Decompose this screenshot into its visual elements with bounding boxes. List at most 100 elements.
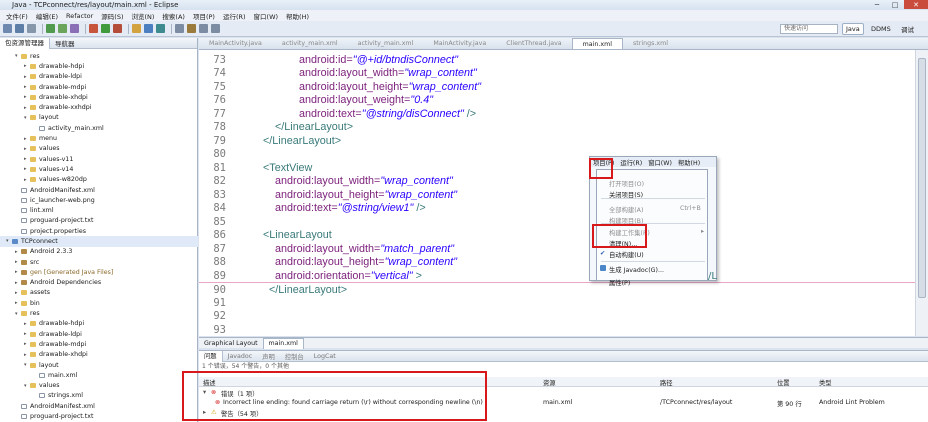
minimize-button[interactable]: ─ — [868, 0, 886, 9]
tree-item[interactable]: ic_launcher-web.png — [0, 195, 198, 205]
menu-item[interactable]: 项目(P) — [189, 11, 219, 21]
editor-tab[interactable]: main.xml — [571, 38, 624, 49]
new-package-icon[interactable] — [144, 24, 153, 33]
tab-package-explorer[interactable]: 包资源管理器 — [0, 37, 50, 49]
project-menu-item[interactable]: 属性(P) — [609, 278, 630, 287]
search-icon[interactable] — [187, 24, 196, 33]
project-menu-item[interactable]: 生成 Javadoc(G)... — [609, 265, 664, 274]
tree-item[interactable]: proguard-project.txt — [0, 411, 198, 421]
tree-item[interactable]: ▾ layout — [0, 113, 198, 123]
back-icon[interactable] — [199, 24, 208, 33]
close-button[interactable]: ✕ — [904, 0, 928, 9]
tree-item[interactable]: ▸ Android Dependencies — [0, 278, 198, 288]
tree-item[interactable]: ▸ assets — [0, 288, 198, 298]
save-icon[interactable] — [15, 24, 24, 33]
new-java-project-icon[interactable] — [132, 24, 141, 33]
menu-item[interactable]: 文件(F) — [2, 11, 32, 21]
editor-tab[interactable]: ClientThread.java — [496, 38, 571, 49]
scrollbar-thumb[interactable] — [918, 58, 926, 298]
col-location[interactable]: 位置 — [777, 378, 790, 387]
project-menu-item[interactable]: 全部构建(A) — [609, 205, 643, 214]
forward-icon[interactable] — [211, 24, 220, 33]
tree-item[interactable]: ▸ drawable-mdpi — [0, 339, 198, 349]
new-icon[interactable] — [3, 24, 12, 33]
code-editor[interactable]: 73 android:id="@+id/btndisConnect" 74 andro… — [199, 50, 915, 336]
tree-item[interactable]: AndroidManifest.xml — [0, 185, 198, 195]
tab-graphical-layout[interactable]: Graphical Layout — [199, 340, 263, 347]
inset-menu-item[interactable]: 帮助(H) — [675, 158, 703, 167]
problems-tab[interactable]: 问题 — [199, 350, 223, 362]
perspective-ddms[interactable]: DDMS — [868, 23, 894, 35]
perspective-debug[interactable]: 调试 — [898, 23, 917, 35]
open-type-icon[interactable] — [175, 24, 184, 33]
tree-item[interactable]: strings.xml — [0, 391, 198, 401]
project-menu-item[interactable]: 自动构建(U) — [609, 250, 644, 259]
tree-item[interactable]: ▾ TCPconnect — [0, 236, 198, 247]
tree-item[interactable]: ▾ layout — [0, 360, 198, 370]
print-icon[interactable] — [27, 24, 36, 33]
editor-tab[interactable]: activity_main.xml — [272, 38, 348, 49]
menu-item[interactable]: 窗口(W) — [250, 11, 283, 21]
tree-item[interactable]: AndroidManifest.xml — [0, 401, 198, 411]
project-menu-item[interactable]: 打开项目(O) — [609, 179, 644, 188]
tree-item[interactable]: ▸ drawable-ldpi — [0, 329, 198, 339]
tree-item[interactable]: activity_main.xml — [0, 123, 198, 133]
tree-item[interactable]: ▸ drawable-hdpi — [0, 61, 198, 71]
tab-navigator[interactable]: 导航器 — [50, 38, 80, 48]
avd-manager-icon[interactable] — [58, 24, 67, 33]
new-class-icon[interactable] — [156, 24, 165, 33]
problems-tab[interactable]: LogCat — [309, 353, 341, 360]
lint-icon[interactable] — [70, 24, 79, 33]
tree-item[interactable]: ▸ drawable-xxhdpi — [0, 102, 198, 112]
code-line[interactable]: 93 — [199, 322, 915, 338]
editor-scrollbar[interactable] — [915, 50, 928, 336]
menu-item[interactable]: 编辑(E) — [32, 11, 62, 21]
quick-access-input[interactable]: 快速访问 — [780, 24, 838, 34]
editor-tab[interactable]: MainActivity.java — [423, 38, 496, 49]
col-type[interactable]: 类型 — [819, 378, 832, 387]
tree-item[interactable]: lint.xml — [0, 205, 198, 215]
tree-item[interactable]: ▾ res — [0, 51, 198, 61]
editor-tab[interactable]: MainActivity.java — [199, 38, 272, 49]
tree-item[interactable]: ▸ drawable-hdpi — [0, 319, 198, 329]
maximize-button[interactable]: □ — [886, 0, 904, 9]
tree-item[interactable]: main.xml — [0, 370, 198, 380]
project-menu-item[interactable]: 关闭项目(S) — [609, 190, 643, 199]
perspective-java[interactable]: Java — [842, 23, 864, 35]
tree-item[interactable]: ▸ values-w820dp — [0, 175, 198, 185]
menu-item[interactable]: 浏览(N) — [127, 11, 158, 21]
problems-tab[interactable]: 声明 — [257, 352, 280, 361]
menu-item[interactable]: 运行(R) — [219, 11, 250, 21]
menu-item[interactable]: 源码(S) — [97, 11, 127, 21]
android-sdk-icon[interactable] — [46, 24, 55, 33]
tree-item[interactable]: ▸ drawable-xhdpi — [0, 92, 198, 102]
tree-item[interactable]: ▸ Android 2.3.3 — [0, 247, 198, 257]
problems-tab[interactable]: 控制台 — [280, 352, 309, 361]
menu-item[interactable]: 帮助(H) — [282, 11, 313, 21]
editor-tab[interactable]: activity_main.xml — [348, 38, 424, 49]
menu-item[interactable]: Refactor — [62, 12, 97, 20]
editor-tab[interactable]: strings.xml — [623, 38, 678, 49]
tree-item[interactable]: ▸ gen [Generated Java Files] — [0, 267, 198, 277]
debug-icon[interactable] — [89, 24, 98, 33]
run-icon[interactable] — [101, 24, 110, 33]
inset-menu-item[interactable]: 运行(R) — [617, 158, 645, 167]
menu-item[interactable]: 搜索(A) — [158, 11, 189, 21]
tab-main-xml[interactable]: main.xml — [262, 337, 304, 349]
tree-item[interactable]: proguard-project.txt — [0, 216, 198, 226]
tree-item[interactable]: ▸ drawable-xhdpi — [0, 350, 198, 360]
tree-item[interactable]: ▸ drawable-ldpi — [0, 72, 198, 82]
col-path[interactable]: 路径 — [660, 378, 673, 387]
tree-item[interactable]: ▸ drawable-mdpi — [0, 82, 198, 92]
tree-item[interactable]: ▸ values-v11 — [0, 154, 198, 164]
tree-item[interactable]: ▸ src — [0, 257, 198, 267]
tree-item[interactable]: ▾ res — [0, 308, 198, 318]
external-tools-icon[interactable] — [113, 24, 122, 33]
tree-item[interactable]: ▸ values — [0, 144, 198, 154]
tree-item[interactable]: ▸ bin — [0, 298, 198, 308]
tree-item[interactable]: ▸ values-v14 — [0, 164, 198, 174]
col-resource[interactable]: 资源 — [543, 378, 556, 387]
tree-item[interactable]: project.properties — [0, 226, 198, 236]
tree-item[interactable]: ▸ menu — [0, 133, 198, 143]
tree-item[interactable]: ▾ values — [0, 381, 198, 391]
